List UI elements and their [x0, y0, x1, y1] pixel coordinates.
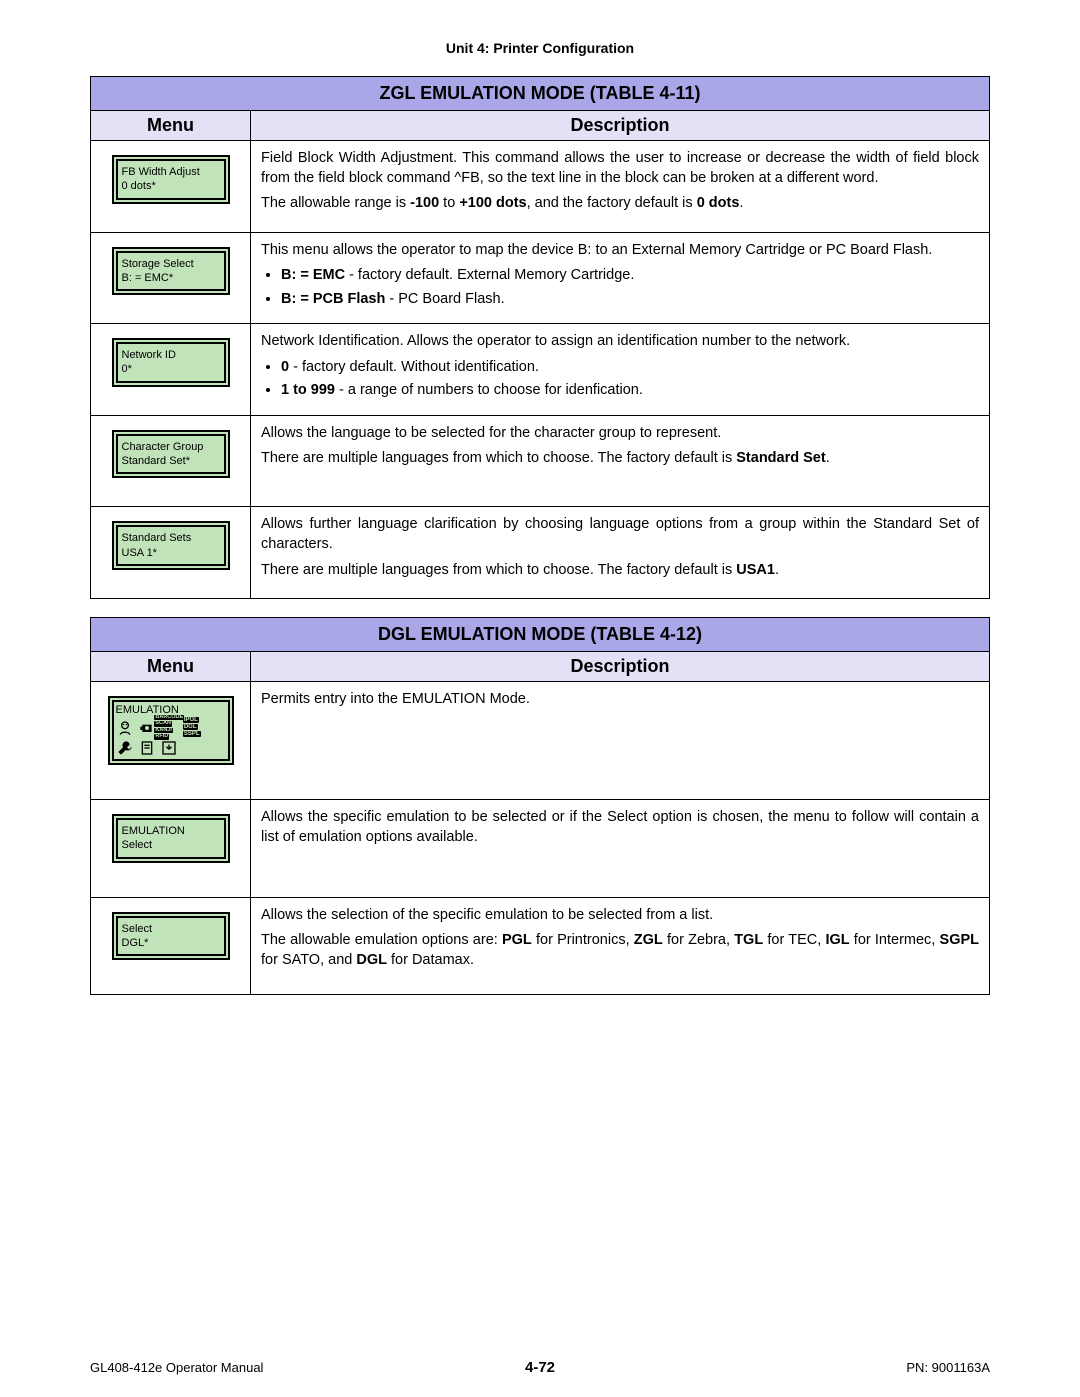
lcd-line1: Standard Sets — [122, 531, 220, 545]
zgl-emulation-table: ZGL EMULATION MODE (TABLE 4-11) Menu Des… — [90, 76, 990, 599]
table2-title: DGL EMULATION MODE (TABLE 4-12) — [91, 617, 990, 651]
lang-tags-icon: IPGLDGLSSPL — [183, 719, 201, 737]
table-row: Character Group Standard Set* Allows the… — [91, 415, 990, 507]
lcd-line1: EMULATION — [122, 824, 220, 838]
footer-page-number: 4-72 — [525, 1359, 555, 1376]
lcd-line2: B: = EMC* — [122, 271, 220, 285]
description-cell: This menu allows the operator to map the… — [251, 232, 990, 324]
table-row: EMULATION BARCODESCANKANJIRFID IPGLDGLSS… — [91, 681, 990, 799]
menu-cell: Storage Select B: = EMC* — [91, 232, 251, 324]
menu-lcd: EMULATION Select — [112, 814, 230, 863]
table-row: EMULATION Select Allows the specific emu… — [91, 799, 990, 897]
lcd-line1: Storage Select — [122, 257, 220, 271]
down-arrow-icon — [160, 739, 178, 757]
lcd-line2: DGL* — [122, 936, 220, 950]
lcd-line1: Character Group — [122, 440, 220, 454]
dgl-emulation-table: DGL EMULATION MODE (TABLE 4-12) Menu Des… — [90, 617, 990, 995]
menu-lcd: Standard Sets USA 1* — [112, 521, 230, 570]
wrench-icon — [116, 739, 134, 757]
description-cell: Allows the specific emulation to be sele… — [251, 799, 990, 897]
col-menu-header: Menu — [91, 111, 251, 141]
footer-left: GL408-412e Operator Manual — [90, 1360, 263, 1375]
unit-header: Unit 4: Printer Configuration — [90, 40, 990, 56]
camera-icon — [138, 719, 156, 737]
head-icon — [116, 719, 134, 737]
barcode-tags-icon: BARCODESCANKANJIRFID — [160, 719, 178, 737]
col-desc-header: Description — [251, 111, 990, 141]
menu-cell: Select DGL* — [91, 897, 251, 995]
description-cell: Allows further language clarification by… — [251, 507, 990, 599]
menu-cell: FB Width Adjust 0 dots* — [91, 141, 251, 233]
blank-slot-1 — [205, 719, 223, 737]
menu-lcd: Character Group Standard Set* — [112, 430, 230, 479]
col-desc-header-2: Description — [251, 651, 990, 681]
description-cell: Allows the selection of the specific emu… — [251, 897, 990, 995]
footer-right: PN: 9001163A — [906, 1360, 990, 1375]
menu-lcd: FB Width Adjust 0 dots* — [112, 155, 230, 204]
table-row: Storage Select B: = EMC* This menu allow… — [91, 232, 990, 324]
description-cell: Allows the language to be selected for t… — [251, 415, 990, 507]
menu-lcd-emulation: EMULATION BARCODESCANKANJIRFID IPGLDGLSS… — [108, 696, 234, 765]
menu-cell: Standard Sets USA 1* — [91, 507, 251, 599]
menu-lcd: Storage Select B: = EMC* — [112, 247, 230, 296]
menu-lcd: Select DGL* — [112, 912, 230, 961]
document-icon — [138, 739, 156, 757]
lcd-line1: FB Width Adjust — [122, 165, 220, 179]
lcd-line2: USA 1* — [122, 546, 220, 560]
blank-slot-3 — [205, 739, 223, 757]
description-cell: Field Block Width Adjustment. This comma… — [251, 141, 990, 233]
menu-cell: EMULATION Select — [91, 799, 251, 897]
description-cell: Network Identification. Allows the opera… — [251, 324, 990, 416]
menu-cell: EMULATION BARCODESCANKANJIRFID IPGLDGLSS… — [91, 681, 251, 799]
lcd-line2: Select — [122, 838, 220, 852]
menu-lcd: Network ID 0* — [112, 338, 230, 387]
col-menu-header-2: Menu — [91, 651, 251, 681]
lcd-line1: Network ID — [122, 348, 220, 362]
lcd-line2: 0* — [122, 362, 220, 376]
lcd-line2: 0 dots* — [122, 179, 220, 193]
table-row: Standard Sets USA 1* Allows further lang… — [91, 507, 990, 599]
menu-cell: Character Group Standard Set* — [91, 415, 251, 507]
lcd-line1: Select — [122, 922, 220, 936]
description-cell: Permits entry into the EMULATION Mode. — [251, 681, 990, 799]
page-footer: GL408-412e Operator Manual 4-72 PN: 9001… — [90, 1360, 990, 1375]
blank-slot-2 — [183, 739, 201, 757]
table-row: Network ID 0* Network Identification. Al… — [91, 324, 990, 416]
lcd-line2: Standard Set* — [122, 454, 220, 468]
table-row: FB Width Adjust 0 dots* Field Block Widt… — [91, 141, 990, 233]
menu-cell: Network ID 0* — [91, 324, 251, 416]
table-row: Select DGL* Allows the selection of the … — [91, 897, 990, 995]
table1-title: ZGL EMULATION MODE (TABLE 4-11) — [91, 77, 990, 111]
